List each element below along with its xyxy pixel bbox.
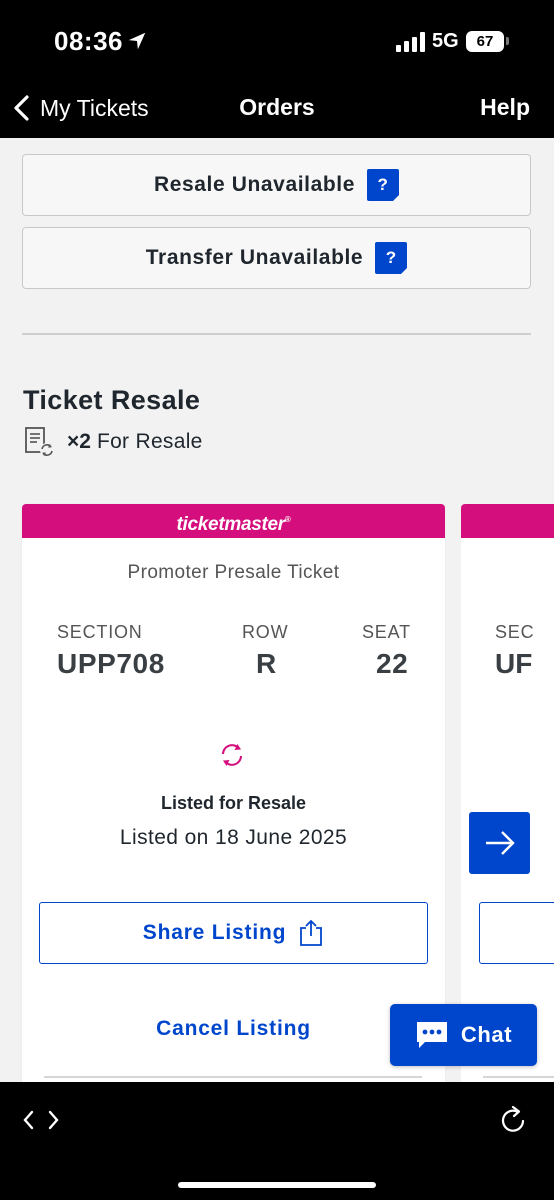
resale-count-label: For Resale: [96, 430, 203, 453]
home-indicator: [178, 1182, 376, 1188]
chat-button[interactable]: Chat: [390, 1004, 537, 1066]
ticket-card-2[interactable]: SEC UF: [461, 504, 554, 1082]
share-listing-button-2[interactable]: [479, 902, 554, 964]
signal-icon: [396, 32, 425, 52]
location-arrow-icon: [128, 32, 146, 50]
row-label: ROW: [242, 622, 289, 642]
status-bar: 08:36 5G 67: [0, 0, 554, 80]
ticket-type: Promoter Presale Ticket: [127, 562, 340, 583]
seat-value: 22: [376, 648, 409, 679]
question-icon[interactable]: ?: [367, 169, 401, 202]
section-label: SEC: [495, 622, 535, 642]
ticket-resale-heading: Ticket Resale: [23, 385, 201, 415]
question-icon[interactable]: ?: [375, 242, 409, 275]
seat-label: SEAT: [362, 622, 411, 642]
share-listing-label: Share Listing: [142, 921, 287, 944]
ticket-card-header: ticketmaster®: [22, 504, 445, 538]
help-link[interactable]: Help: [480, 94, 530, 121]
resale-summary: ×2 For Resale: [23, 425, 203, 459]
card-divider: [483, 1076, 554, 1078]
ticket-card[interactable]: ticketmaster® Promoter Presale Ticket SE…: [22, 504, 445, 1082]
resale-count: ×2: [67, 430, 91, 453]
chat-bubble-icon: [416, 1022, 447, 1048]
ticketmaster-logo: ticketmaster: [176, 514, 286, 535]
resale-unavailable-button[interactable]: Resale Unavailable ?: [22, 154, 531, 216]
nav-header: My Tickets Orders Help: [0, 80, 554, 138]
share-listing-button[interactable]: Share Listing: [39, 902, 428, 964]
reload-icon[interactable]: [498, 1104, 530, 1136]
section-label: SECTION: [57, 622, 143, 642]
listing-date: Listed on 18 June 2025: [119, 826, 348, 849]
section-value: UF: [495, 648, 533, 679]
resale-unavailable-label: Resale Unavailable: [153, 173, 356, 196]
status-time: 08:36: [54, 26, 123, 56]
ticket-card-2-header: [461, 504, 554, 538]
transfer-unavailable-button[interactable]: Transfer Unavailable ?: [22, 227, 531, 289]
share-icon: [300, 919, 323, 946]
chat-label: Chat: [460, 1022, 513, 1047]
section-divider: [22, 333, 531, 335]
back-forward-icon[interactable]: [22, 1108, 62, 1132]
arrow-right-icon: [485, 831, 515, 855]
listing-status: Listed for Resale: [160, 793, 307, 813]
main-content[interactable]: Resale Unavailable ? Transfer Unavailabl…: [0, 138, 554, 1082]
network-type: 5G: [432, 30, 459, 52]
battery-icon: 67: [466, 31, 504, 52]
transfer-unavailable-label: Transfer Unavailable: [145, 246, 364, 269]
page-title: Orders: [239, 94, 315, 120]
card-divider: [44, 1076, 422, 1078]
next-ticket-button[interactable]: [469, 812, 530, 874]
registered-mark: ®: [284, 515, 291, 524]
ticket-resale-icon: [25, 427, 54, 457]
refresh-icon: [222, 744, 242, 766]
row-value: R: [256, 648, 277, 679]
section-value: UPP708: [57, 648, 165, 679]
cancel-listing-link[interactable]: Cancel Listing: [22, 1017, 445, 1041]
battery-nub: [506, 37, 509, 45]
